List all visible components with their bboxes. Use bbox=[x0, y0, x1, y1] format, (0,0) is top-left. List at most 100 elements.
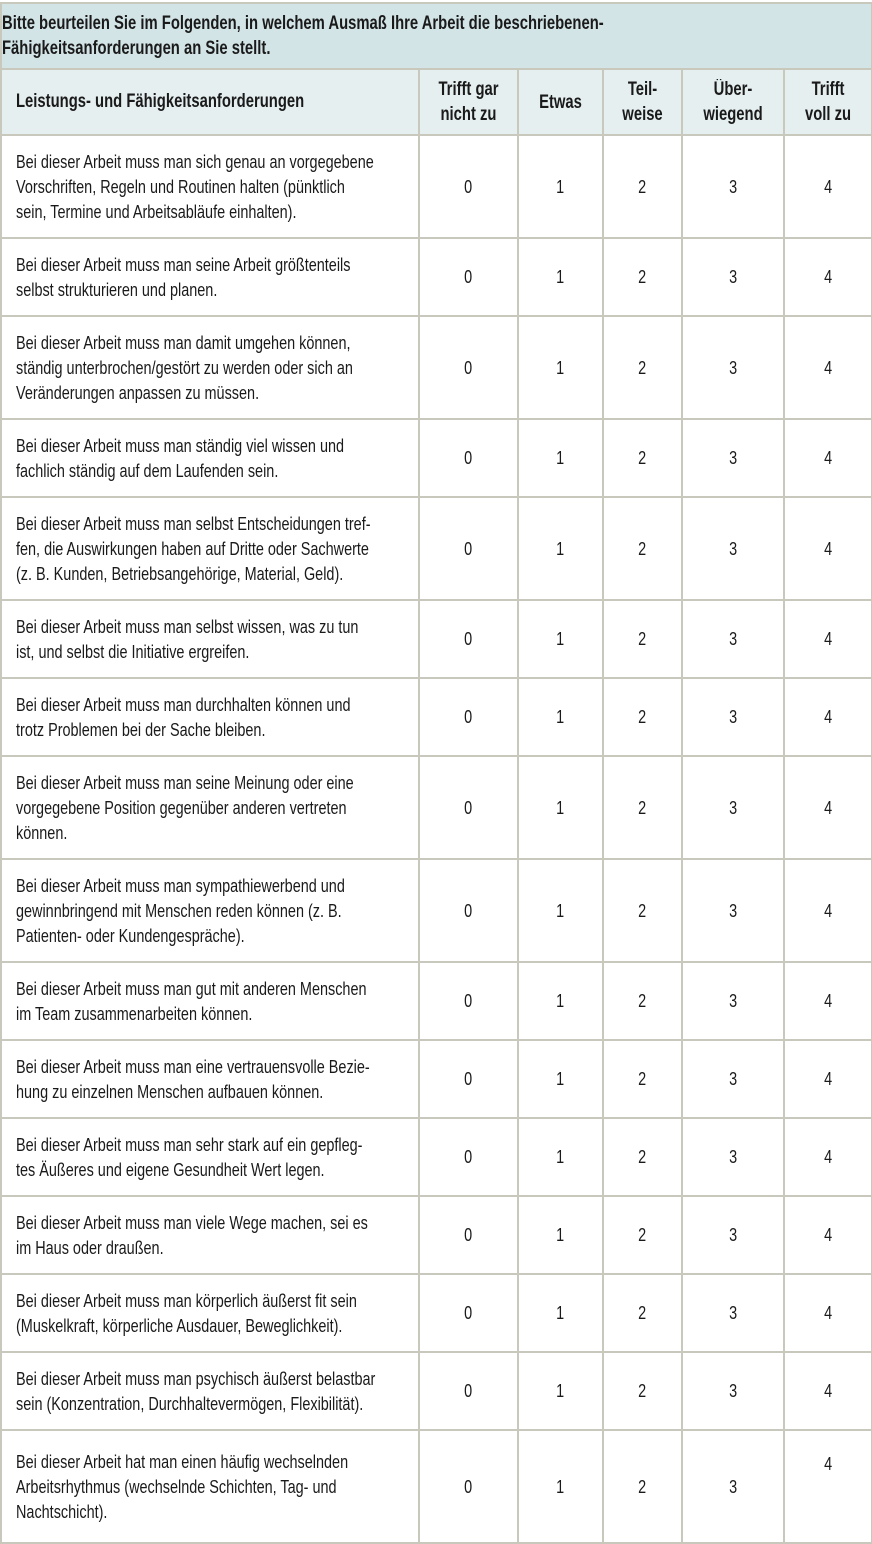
rating-option-4[interactable]: 4 bbox=[782, 237, 872, 317]
rating-option-0[interactable]: 0 bbox=[418, 134, 519, 239]
requirement-text: Bei dieser Arbeit muss man damit umgehen… bbox=[0, 315, 420, 420]
rating-option-1[interactable]: 1 bbox=[517, 1039, 604, 1119]
rating-option-0[interactable]: 0 bbox=[418, 961, 519, 1041]
rating-option-3[interactable]: 3 bbox=[681, 1195, 785, 1275]
rating-option-4[interactable]: 4 bbox=[782, 961, 872, 1041]
rating-option-3[interactable]: 3 bbox=[681, 677, 785, 757]
requirement-line: Bei dieser Arbeit muss man damit umgehen… bbox=[16, 332, 351, 353]
rating-option-0[interactable]: 0 bbox=[418, 858, 519, 963]
rating-option-0[interactable]: 0 bbox=[418, 496, 519, 601]
rating-option-0[interactable]: 0 bbox=[418, 1195, 519, 1275]
rating-option-4[interactable]: 4 bbox=[782, 418, 872, 498]
rating-option-1[interactable]: 1 bbox=[517, 237, 604, 317]
rating-option-3[interactable]: 3 bbox=[681, 858, 785, 963]
rating-option-4[interactable]: 4 bbox=[782, 1195, 872, 1275]
rating-option-0[interactable]: 0 bbox=[418, 315, 519, 420]
rating-option-0[interactable]: 0 bbox=[418, 237, 519, 317]
rating-option-4[interactable]: 4 bbox=[782, 496, 872, 601]
rating-option-1[interactable]: 1 bbox=[517, 315, 604, 420]
rating-option-2[interactable]: 2 bbox=[602, 599, 683, 679]
rating-option-2[interactable]: 2 bbox=[602, 1117, 683, 1197]
rating-option-3[interactable]: 3 bbox=[681, 1351, 785, 1431]
rating-option-0[interactable]: 0 bbox=[418, 599, 519, 679]
rating-option-1[interactable]: 1 bbox=[517, 134, 604, 239]
rating-option-1[interactable]: 1 bbox=[517, 496, 604, 601]
requirement-line: Bei dieser Arbeit muss man selbst wissen… bbox=[16, 616, 359, 637]
rating-option-1[interactable]: 1 bbox=[517, 599, 604, 679]
rating-option-3[interactable]: 3 bbox=[681, 1039, 785, 1119]
rating-option-4[interactable]: 4 bbox=[782, 1117, 872, 1197]
rating-option-0[interactable]: 0 bbox=[418, 1039, 519, 1119]
rating-option-2[interactable]: 2 bbox=[602, 961, 683, 1041]
rating-option-4[interactable]: 4 bbox=[782, 677, 872, 757]
rating-option-4[interactable]: 4 bbox=[782, 134, 872, 239]
requirement-line: gewinnbringend mit Menschen reden können… bbox=[16, 900, 342, 921]
rating-option-0[interactable]: 0 bbox=[418, 1429, 519, 1544]
rating-option-2[interactable]: 2 bbox=[602, 1195, 683, 1275]
rating-value: 2 bbox=[638, 1302, 647, 1323]
rating-option-4[interactable]: 4 bbox=[782, 1351, 872, 1431]
rating-option-0[interactable]: 0 bbox=[418, 677, 519, 757]
rating-option-1[interactable]: 1 bbox=[517, 1195, 604, 1275]
rating-option-2[interactable]: 2 bbox=[602, 1273, 683, 1353]
rating-option-3[interactable]: 3 bbox=[681, 496, 785, 601]
rating-value: 0 bbox=[464, 990, 473, 1011]
rating-option-0[interactable]: 0 bbox=[418, 755, 519, 860]
rating-option-2[interactable]: 2 bbox=[602, 237, 683, 317]
rating-option-1[interactable]: 1 bbox=[517, 1351, 604, 1431]
rating-option-1[interactable]: 1 bbox=[517, 1117, 604, 1197]
rating-option-4[interactable]: 4 bbox=[782, 1429, 872, 1544]
rating-option-2[interactable]: 2 bbox=[602, 315, 683, 420]
rating-option-1[interactable]: 1 bbox=[517, 858, 604, 963]
requirement-line: vorgegebene Position gegenüber anderen v… bbox=[16, 797, 347, 818]
rating-option-0[interactable]: 0 bbox=[418, 418, 519, 498]
rating-option-2[interactable]: 2 bbox=[602, 858, 683, 963]
rating-option-3[interactable]: 3 bbox=[681, 418, 785, 498]
rating-option-3[interactable]: 3 bbox=[681, 961, 785, 1041]
rating-option-4[interactable]: 4 bbox=[782, 858, 872, 963]
rating-option-2[interactable]: 2 bbox=[602, 1351, 683, 1431]
rating-value: 2 bbox=[638, 175, 647, 197]
requirement-line: ständig unterbrochen/gestört zu werden o… bbox=[16, 357, 353, 378]
rating-value: 2 bbox=[638, 1068, 647, 1089]
rating-option-1[interactable]: 1 bbox=[517, 418, 604, 498]
instruction-line: Fähigkeitsanforderungen an Sie stellt. bbox=[2, 38, 271, 59]
rating-option-3[interactable]: 3 bbox=[681, 237, 785, 317]
rating-option-0[interactable]: 0 bbox=[418, 1117, 519, 1197]
requirement-text: Bei dieser Arbeit muss man eine vertraue… bbox=[0, 1039, 420, 1119]
rating-option-2[interactable]: 2 bbox=[602, 755, 683, 860]
requirement-line: im Haus oder draußen. bbox=[16, 1237, 164, 1258]
rating-option-2[interactable]: 2 bbox=[602, 1429, 683, 1544]
rating-value: 3 bbox=[728, 175, 738, 197]
rating-option-1[interactable]: 1 bbox=[517, 755, 604, 860]
rating-option-3[interactable]: 3 bbox=[681, 1273, 785, 1353]
rating-option-3[interactable]: 3 bbox=[681, 1117, 785, 1197]
rating-option-3[interactable]: 3 bbox=[681, 599, 785, 679]
instruction-row: Bitte beurteilen Sie im Folgenden, in we… bbox=[0, 2, 872, 70]
rating-option-1[interactable]: 1 bbox=[517, 1429, 604, 1544]
rating-value: 3 bbox=[728, 1146, 738, 1167]
rating-option-4[interactable]: 4 bbox=[782, 1273, 872, 1353]
rating-option-2[interactable]: 2 bbox=[602, 418, 683, 498]
rating-value: 1 bbox=[556, 447, 565, 468]
rating-option-0[interactable]: 0 bbox=[418, 1273, 519, 1353]
rating-value: 2 bbox=[638, 266, 647, 287]
rating-option-2[interactable]: 2 bbox=[602, 496, 683, 601]
rating-option-3[interactable]: 3 bbox=[681, 134, 785, 239]
rating-option-1[interactable]: 1 bbox=[517, 1273, 604, 1353]
rating-option-4[interactable]: 4 bbox=[782, 315, 872, 420]
rating-option-0[interactable]: 0 bbox=[418, 1351, 519, 1431]
requirement-text: Bei dieser Arbeit muss man gut mit ander… bbox=[0, 961, 420, 1041]
rating-option-2[interactable]: 2 bbox=[602, 1039, 683, 1119]
rating-option-3[interactable]: 3 bbox=[681, 1429, 785, 1544]
rating-option-2[interactable]: 2 bbox=[602, 134, 683, 239]
rating-option-4[interactable]: 4 bbox=[782, 599, 872, 679]
requirement-line: trotz Problemen bei der Sache bleiben. bbox=[16, 719, 266, 740]
rating-option-3[interactable]: 3 bbox=[681, 315, 785, 420]
rating-option-4[interactable]: 4 bbox=[782, 755, 872, 860]
rating-option-1[interactable]: 1 bbox=[517, 961, 604, 1041]
rating-option-3[interactable]: 3 bbox=[681, 755, 785, 860]
rating-option-1[interactable]: 1 bbox=[517, 677, 604, 757]
rating-option-4[interactable]: 4 bbox=[782, 1039, 872, 1119]
rating-option-2[interactable]: 2 bbox=[602, 677, 683, 757]
